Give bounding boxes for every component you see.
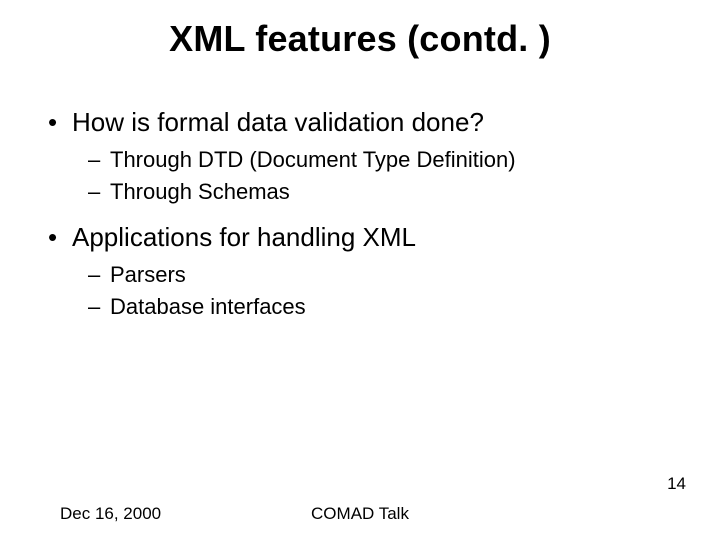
subbullet-text: Through DTD (Document Type Definition) (110, 147, 516, 172)
bullet-text: Applications for handling XML (72, 222, 416, 252)
slide-title: XML features (contd. ) (0, 18, 720, 60)
bullet-level2: – Database interfaces (48, 292, 672, 322)
sublist: – Parsers – Database interfaces (48, 260, 672, 321)
dash-icon: – (88, 177, 100, 207)
dash-icon: – (88, 260, 100, 290)
subbullet-text: Through Schemas (110, 179, 290, 204)
slide: XML features (contd. ) • How is formal d… (0, 0, 720, 540)
bullet-level1: • How is formal data validation done? (48, 106, 672, 139)
bullet-level2: – Through DTD (Document Type Definition) (48, 145, 672, 175)
bullet-level1: • Applications for handling XML (48, 221, 672, 254)
footer-center: COMAD Talk (0, 504, 720, 524)
sublist: – Through DTD (Document Type Definition)… (48, 145, 672, 206)
subbullet-text: Parsers (110, 262, 186, 287)
bullet-icon: • (48, 221, 57, 254)
bullet-icon: • (48, 106, 57, 139)
page-number: 14 (667, 474, 686, 494)
bullet-level2: – Through Schemas (48, 177, 672, 207)
slide-body: • How is formal data validation done? – … (48, 98, 672, 335)
dash-icon: – (88, 145, 100, 175)
subbullet-text: Database interfaces (110, 294, 306, 319)
dash-icon: – (88, 292, 100, 322)
bullet-level2: – Parsers (48, 260, 672, 290)
bullet-text: How is formal data validation done? (72, 107, 484, 137)
